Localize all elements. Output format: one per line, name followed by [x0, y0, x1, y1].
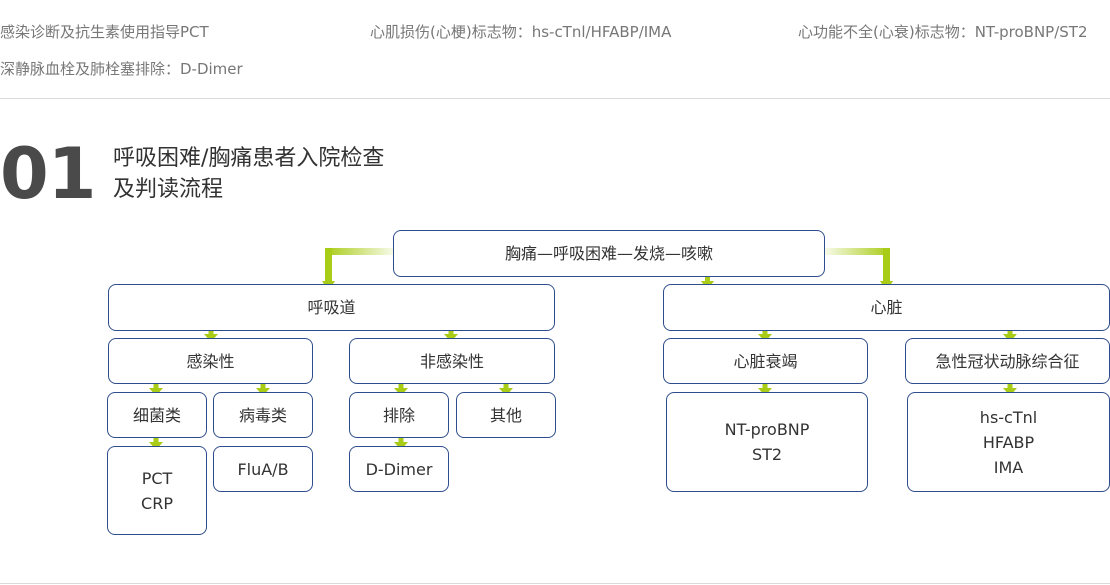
- marker-flu: FluA/B: [237, 459, 289, 479]
- node-heart-label: 心脏: [870, 298, 903, 317]
- node-heart: 心脏: [663, 284, 1110, 331]
- node-non-infectious: 非感染性: [349, 338, 555, 384]
- node-exclusion-label: 排除: [382, 405, 415, 425]
- marker-hfabp: HFABP: [982, 432, 1035, 452]
- node-viral-markers: FluA/B: [213, 446, 313, 492]
- node-acs-markers: hs-cTnl HFABP IMA: [907, 392, 1110, 492]
- node-respiratory-label: 呼吸道: [307, 298, 356, 317]
- node-other: 其他: [456, 392, 556, 438]
- node-heart-failure-label: 心脏衰竭: [733, 351, 798, 371]
- marker-ddimer: D-Dimer: [365, 459, 433, 479]
- node-symptoms-label: 胸痛—呼吸困难—发烧—咳嗽: [504, 244, 713, 263]
- node-viral-label: 病毒类: [238, 405, 287, 425]
- node-bacterial-label: 细菌类: [132, 405, 181, 425]
- node-acs-label: 急性冠状动脉综合征: [935, 351, 1080, 371]
- node-viral: 病毒类: [213, 392, 313, 438]
- node-exclusion: 排除: [349, 392, 449, 438]
- node-exclusion-markers: D-Dimer: [349, 446, 449, 492]
- marker-hs-ctnl: hs-cTnl: [979, 407, 1038, 427]
- node-bacterial-markers: PCT CRP: [107, 446, 207, 535]
- node-infectious: 感染性: [108, 338, 313, 384]
- marker-ima: IMA: [993, 457, 1024, 477]
- marker-crp: CRP: [141, 493, 173, 513]
- marker-st2: ST2: [751, 445, 783, 464]
- node-infectious-label: 感染性: [186, 351, 235, 371]
- connector-root-right-drop: [883, 248, 890, 282]
- bottom-divider: [0, 583, 1110, 584]
- node-other-label: 其他: [489, 405, 522, 425]
- marker-ntprobnp: NT-proBNP: [724, 420, 810, 439]
- node-acs: 急性冠状动脉综合征: [905, 338, 1110, 384]
- connector-root-left-drop: [325, 248, 332, 282]
- node-respiratory: 呼吸道: [108, 284, 555, 331]
- node-heart-failure-markers: NT-proBNP ST2: [666, 392, 868, 492]
- node-symptoms: 胸痛—呼吸困难—发烧—咳嗽: [393, 230, 825, 277]
- node-bacterial: 细菌类: [107, 392, 207, 438]
- connector-root-right: [818, 248, 890, 255]
- node-non-infectious-label: 非感染性: [419, 351, 484, 371]
- marker-pct: PCT: [141, 468, 173, 488]
- node-heart-failure: 心脏衰竭: [663, 338, 868, 384]
- connector-root-left: [325, 248, 401, 255]
